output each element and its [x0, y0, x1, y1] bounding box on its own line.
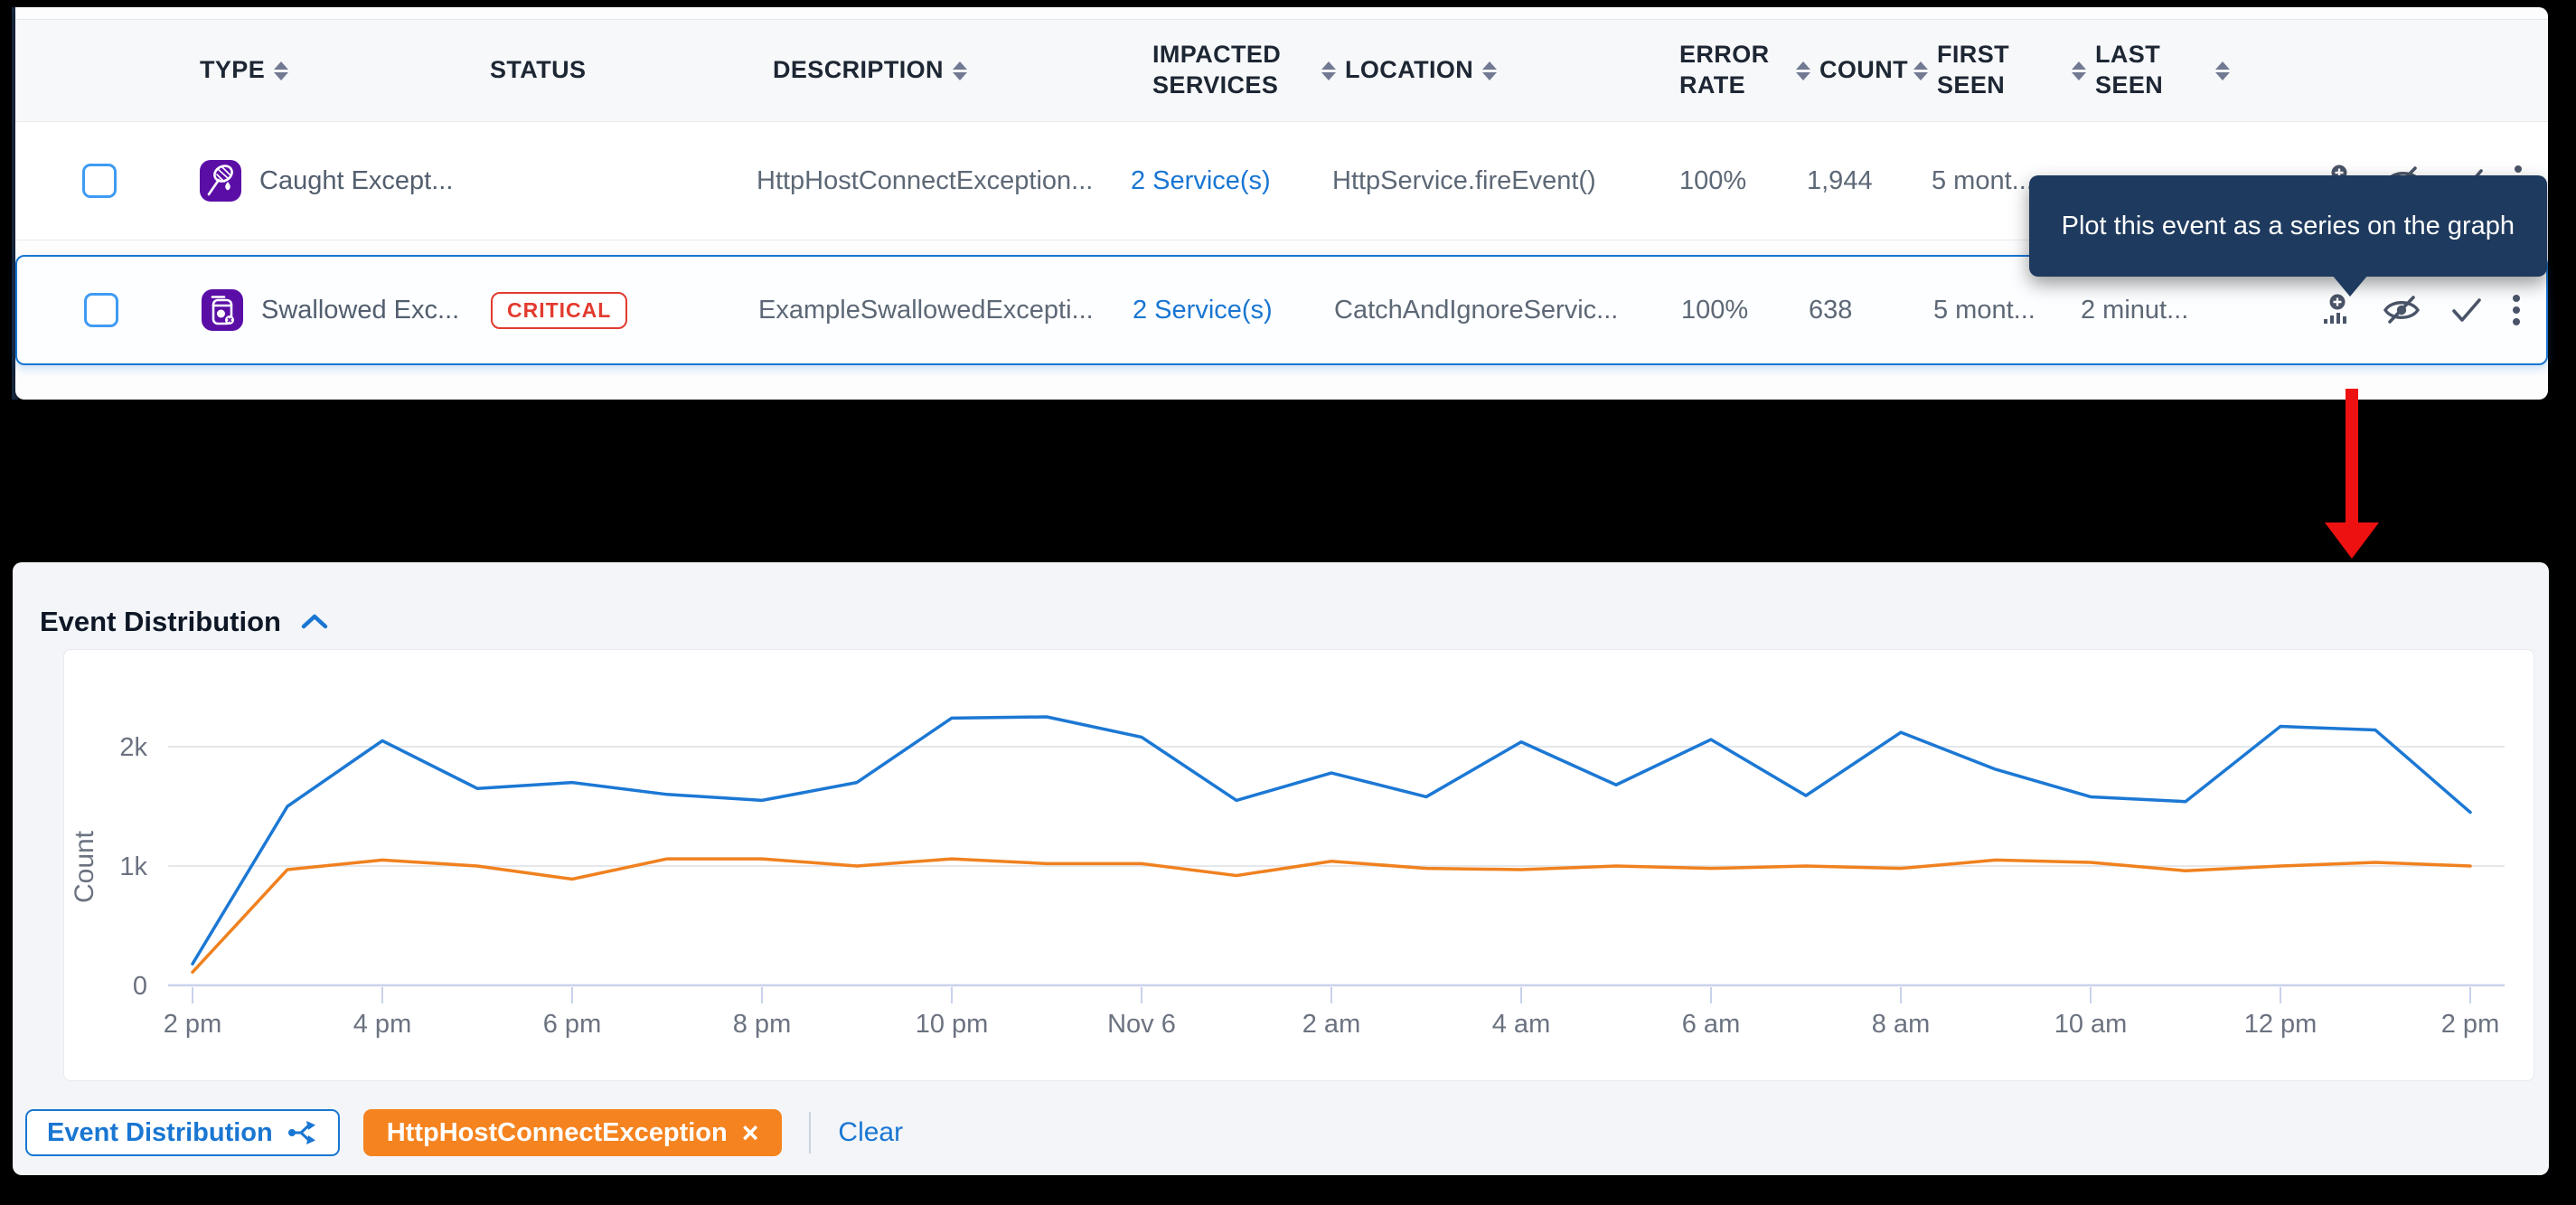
- svg-text:6 pm: 6 pm: [543, 1010, 601, 1039]
- series-chip-httphostconnectexception[interactable]: HttpHostConnectException ×: [363, 1109, 783, 1156]
- event-distribution-chart: 0 1k 2k 2 pm 4 pm 6 pm 8 pm 10 pm Nov 6 2 am 4 am 6…: [64, 650, 2534, 1080]
- chevron-up-icon[interactable]: [299, 611, 330, 633]
- svg-text:2 pm: 2 pm: [164, 1010, 221, 1039]
- svg-text:2k: 2k: [119, 733, 147, 762]
- error-rate-cell: 100%: [1665, 166, 1796, 196]
- impacted-services-link[interactable]: 2 Service(s): [1127, 166, 1321, 196]
- column-header-description-label: DESCRIPTION: [773, 55, 944, 86]
- series-chip-label: HttpHostConnectException: [387, 1118, 728, 1148]
- section-title-row: Event Distribution: [40, 606, 330, 638]
- table-header-row: TYPE STATUS DESCRIPTION IMPACTED SERVICE…: [15, 19, 2548, 122]
- sort-icon[interactable]: [1913, 61, 1928, 80]
- tooltip-caret: [2332, 275, 2368, 297]
- column-header-error-rate-label: ERROR RATE: [1665, 40, 1779, 101]
- sort-icon[interactable]: [953, 61, 967, 80]
- chart-box: 0 1k 2k 2 pm 4 pm 6 pm 8 pm 10 pm Nov 6 2 am 4 am 6…: [63, 649, 2534, 1081]
- column-header-description: DESCRIPTION: [747, 55, 1127, 86]
- column-header-location-label: LOCATION: [1345, 55, 1473, 86]
- sort-icon[interactable]: [1796, 61, 1810, 80]
- sort-icon[interactable]: [2215, 61, 2230, 80]
- column-header-status: STATUS: [476, 55, 747, 86]
- tooltip-text: Plot this event as a series on the graph: [2062, 212, 2515, 241]
- count-cell: 638: [1798, 296, 1915, 325]
- row-checkbox[interactable]: [82, 164, 117, 198]
- sort-icon[interactable]: [274, 61, 288, 80]
- location-cell: CatchAndIgnoreServic...: [1323, 296, 1667, 325]
- type-cell: Swallowed Exc...: [180, 289, 478, 331]
- column-header-type: TYPE: [178, 55, 476, 86]
- caught-exception-icon: [200, 160, 241, 202]
- swallowed-exception-icon: [202, 289, 243, 331]
- svg-text:1k: 1k: [119, 852, 147, 881]
- svg-text:6 am: 6 am: [1682, 1010, 1740, 1039]
- event-distribution-section: Event Distribution 0 1k 2k 2 pm 4 pm 6 pm 8 pm…: [13, 562, 2549, 1175]
- footer-divider: [809, 1112, 811, 1153]
- column-header-last-seen-label: LAST SEEN: [2095, 40, 2206, 101]
- description-cell: HttpHostConnectException...: [747, 166, 1127, 196]
- column-header-impacted-services-label: IMPACTED SERVICES: [1152, 40, 1306, 101]
- svg-text:Nov 6: Nov 6: [1107, 1010, 1176, 1039]
- screenshot-stage: TYPE STATUS DESCRIPTION IMPACTED SERVICE…: [0, 0, 2576, 1205]
- row-actions: [2232, 293, 2524, 327]
- annotation-arrow-line: [2346, 389, 2358, 524]
- location-cell: HttpService.fireEvent(): [1321, 166, 1665, 196]
- plot-series-icon[interactable]: [2322, 294, 2353, 326]
- svg-text:0: 0: [133, 972, 147, 1001]
- annotation-arrow-head: [2325, 522, 2379, 559]
- type-label: Swallowed Exc...: [261, 296, 459, 325]
- svg-text:Count: Count: [70, 830, 99, 903]
- svg-text:4 pm: 4 pm: [353, 1010, 411, 1039]
- column-header-impacted-services: IMPACTED SERVICES: [1127, 40, 1321, 101]
- column-header-count-label: COUNT: [1819, 55, 1908, 86]
- section-title: Event Distribution: [40, 606, 281, 638]
- split-branch-icon: [287, 1118, 318, 1147]
- svg-text:8 pm: 8 pm: [733, 1010, 791, 1039]
- column-header-count: COUNT: [1796, 55, 1913, 86]
- column-header-first-seen-label: FIRST SEEN: [1937, 40, 2072, 101]
- svg-text:12 pm: 12 pm: [2244, 1010, 2317, 1039]
- column-header-error-rate: ERROR RATE: [1665, 40, 1796, 101]
- column-header-last-seen: LAST SEEN: [2072, 40, 2230, 101]
- plot-event-tooltip: Plot this event as a series on the graph: [2029, 175, 2547, 277]
- sort-icon[interactable]: [1482, 61, 1497, 80]
- critical-badge: CRITICAL: [491, 292, 627, 329]
- type-cell: Caught Except...: [178, 160, 476, 202]
- eye-off-icon[interactable]: [2382, 294, 2421, 326]
- column-header-location: LOCATION: [1321, 55, 1665, 86]
- description-cell: ExampleSwallowedExcepti...: [749, 296, 1129, 325]
- sort-icon[interactable]: [2072, 61, 2086, 80]
- sort-icon[interactable]: [1321, 61, 1336, 80]
- chip-close-icon[interactable]: ×: [742, 1118, 759, 1147]
- svg-text:2 pm: 2 pm: [2441, 1010, 2499, 1039]
- column-header-type-label: TYPE: [200, 55, 265, 86]
- last-seen-cell: 2 minut...: [2073, 296, 2232, 325]
- column-header-status-label: STATUS: [490, 55, 586, 86]
- svg-text:10 pm: 10 pm: [916, 1010, 989, 1039]
- series-button-label: Event Distribution: [47, 1118, 273, 1148]
- clear-series-link[interactable]: Clear: [838, 1117, 903, 1148]
- svg-text:2 am: 2 am: [1302, 1010, 1360, 1039]
- count-cell: 1,944: [1796, 166, 1913, 196]
- row-checkbox[interactable]: [84, 293, 118, 327]
- kebab-menu-icon[interactable]: [2512, 293, 2521, 327]
- check-icon[interactable]: [2450, 296, 2483, 325]
- column-header-first-seen: FIRST SEEN: [1913, 40, 2072, 101]
- first-seen-cell: 5 mont...: [1915, 296, 2073, 325]
- svg-text:8 am: 8 am: [1872, 1010, 1930, 1039]
- impacted-services-link[interactable]: 2 Service(s): [1129, 296, 1323, 325]
- svg-text:4 am: 4 am: [1492, 1010, 1550, 1039]
- type-label: Caught Except...: [259, 166, 453, 196]
- error-rate-cell: 100%: [1667, 296, 1798, 325]
- chart-series-footer: Event Distribution HttpHostConnectExcept…: [25, 1108, 903, 1157]
- event-distribution-series-button[interactable]: Event Distribution: [25, 1109, 340, 1156]
- svg-text:10 am: 10 am: [2054, 1010, 2128, 1039]
